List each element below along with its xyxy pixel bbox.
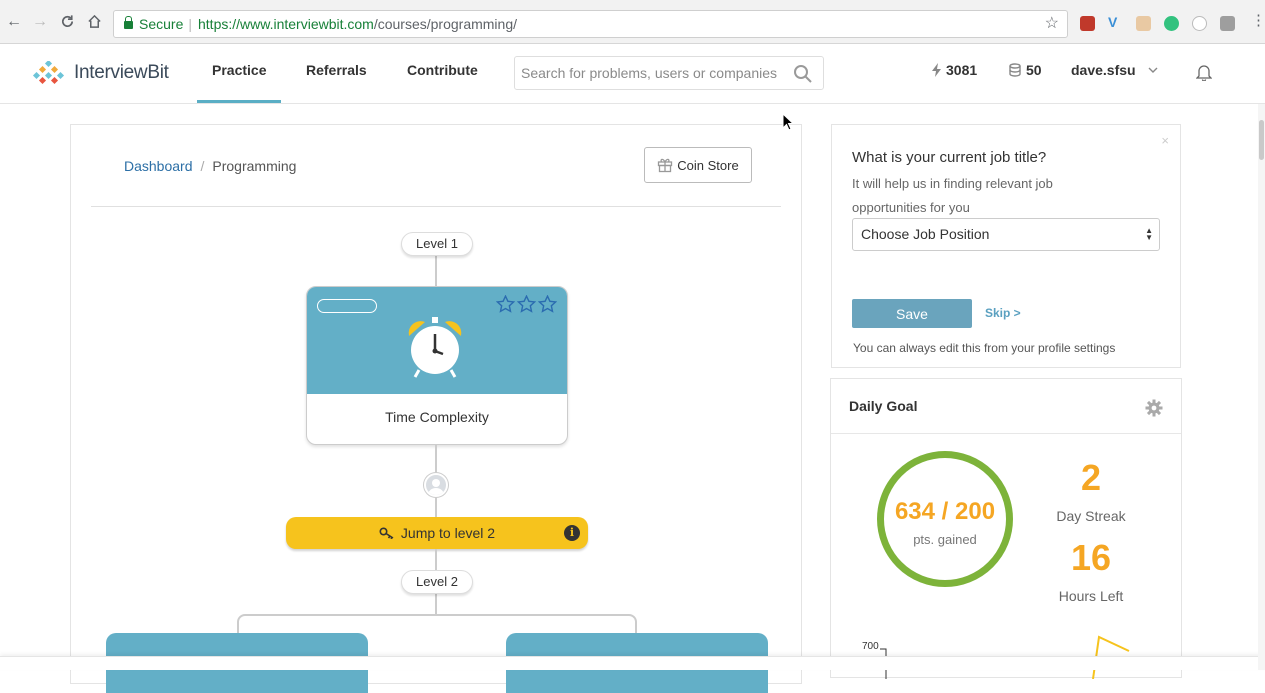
bookmark-star-icon[interactable]: ☆ (1045, 15, 1059, 33)
search-icon[interactable] (793, 64, 813, 84)
logo-mark-icon (32, 61, 65, 85)
extension-v-icon[interactable]: V (1108, 15, 1123, 30)
site-header: InterviewBit Practice Referrals Contribu… (0, 44, 1265, 104)
user-menu[interactable]: dave.sfsu (1071, 62, 1158, 78)
breadcrumb: Dashboard / Programming (124, 158, 296, 174)
secure-label: Secure (139, 16, 184, 32)
points-stat[interactable]: 3081 (932, 62, 977, 78)
nav-practice[interactable]: Practice (212, 62, 266, 78)
skip-link[interactable]: Skip > (985, 306, 1021, 320)
level-2-pill: Level 2 (401, 570, 473, 594)
save-button[interactable]: Save (852, 299, 972, 328)
logo[interactable]: InterviewBit (30, 58, 169, 88)
breadcrumb-current: Programming (212, 158, 297, 174)
path-line (435, 445, 437, 473)
url-separator: | (188, 16, 192, 32)
coin-store-button[interactable]: Coin Store (644, 147, 752, 183)
chevron-down-icon (1148, 67, 1158, 73)
topic-card-time-complexity[interactable]: Time Complexity (306, 286, 568, 445)
topic-title: Time Complexity (385, 409, 489, 425)
job-help-text: It will help us in finding relevant job … (852, 176, 1053, 215)
nav-active-indicator (197, 100, 281, 103)
job-position-select[interactable]: Choose Job Position ▲ ▼ (852, 218, 1160, 251)
info-icon[interactable]: i (564, 525, 580, 541)
extension-shield-icon[interactable] (1080, 16, 1095, 31)
lock-icon (124, 16, 133, 29)
browser-menu-icon[interactable]: ⋮ (1251, 13, 1265, 28)
username: dave.sfsu (1071, 62, 1136, 78)
extension-face-icon[interactable] (1136, 16, 1151, 31)
coin-store-label: Coin Store (677, 157, 739, 173)
extension-circle-icon[interactable] (1192, 16, 1207, 31)
level-1-pill: Level 1 (401, 232, 473, 256)
logo-text: InterviewBit (74, 62, 169, 83)
topic-progress-bar (317, 299, 377, 313)
bell-icon[interactable] (1196, 64, 1212, 81)
breadcrumb-dashboard[interactable]: Dashboard (124, 158, 193, 174)
activity-chart (880, 635, 1130, 679)
coins-stat[interactable]: 50 (1009, 62, 1042, 78)
url-host: https://www.interviewbit.com (198, 16, 374, 32)
points-value: 3081 (946, 62, 978, 78)
course-card: Dashboard / Programming Coin Store Level 1 (70, 124, 802, 693)
jump-label: Jump to level 2 (400, 525, 496, 541)
jump-label-wrap: Jump to level 2 (286, 517, 588, 549)
breadcrumb-separator: / (200, 158, 205, 174)
star-outline-icon (538, 295, 557, 313)
close-icon[interactable]: × (1161, 133, 1169, 148)
job-title-card: × What is your current job title? It wil… (831, 124, 1181, 368)
coins-value: 50 (1026, 62, 1042, 78)
extension-grammarly-icon[interactable] (1164, 16, 1179, 31)
search-box[interactable] (514, 56, 824, 90)
back-icon[interactable]: ← (6, 14, 22, 30)
job-question: What is your current job title? (852, 149, 1047, 166)
reload-icon[interactable] (60, 14, 75, 33)
scrollbar-thumb[interactable] (1259, 120, 1264, 160)
browser-chrome: ← → Secure | https://www.interviewbit.com/… (0, 0, 1265, 44)
job-select-value: Choose Job Position (861, 226, 990, 242)
scrollbar-track[interactable] (1258, 104, 1265, 670)
star-outline-icon (496, 295, 515, 313)
extension-square-icon[interactable] (1220, 16, 1235, 31)
nav-referrals[interactable]: Referrals (306, 62, 367, 78)
daily-goal-card: Daily Goal 634 / 200 pts. gained 2 Day S… (830, 378, 1182, 679)
select-arrows-icon: ▲ ▼ (1145, 226, 1153, 242)
coins-icon (1009, 63, 1021, 77)
lightning-icon (932, 63, 941, 77)
topic-header (307, 287, 567, 394)
mouse-cursor-icon (782, 113, 794, 131)
bottom-feedback-strip (0, 656, 1265, 670)
address-bar[interactable]: Secure | https://www.interviewbit.com/cour… (113, 10, 1068, 38)
topic-stars (496, 295, 557, 313)
star-outline-icon (517, 295, 536, 313)
key-icon (379, 527, 394, 540)
user-avatar-icon (424, 473, 448, 497)
jump-to-level-button[interactable]: Jump to level 2 i (286, 517, 588, 549)
path-line (435, 497, 437, 517)
url-path: /courses/programming/ (373, 16, 518, 32)
forward-icon[interactable]: → (32, 14, 48, 30)
home-icon[interactable] (87, 14, 102, 33)
alarm-clock-icon (408, 317, 462, 378)
nav-contribute[interactable]: Contribute (407, 62, 478, 78)
job-footer-note: You can always edit this from your profi… (853, 341, 1116, 355)
card-divider (91, 206, 781, 207)
path-line (435, 255, 437, 287)
gift-icon (658, 158, 673, 173)
search-input[interactable] (515, 57, 780, 89)
